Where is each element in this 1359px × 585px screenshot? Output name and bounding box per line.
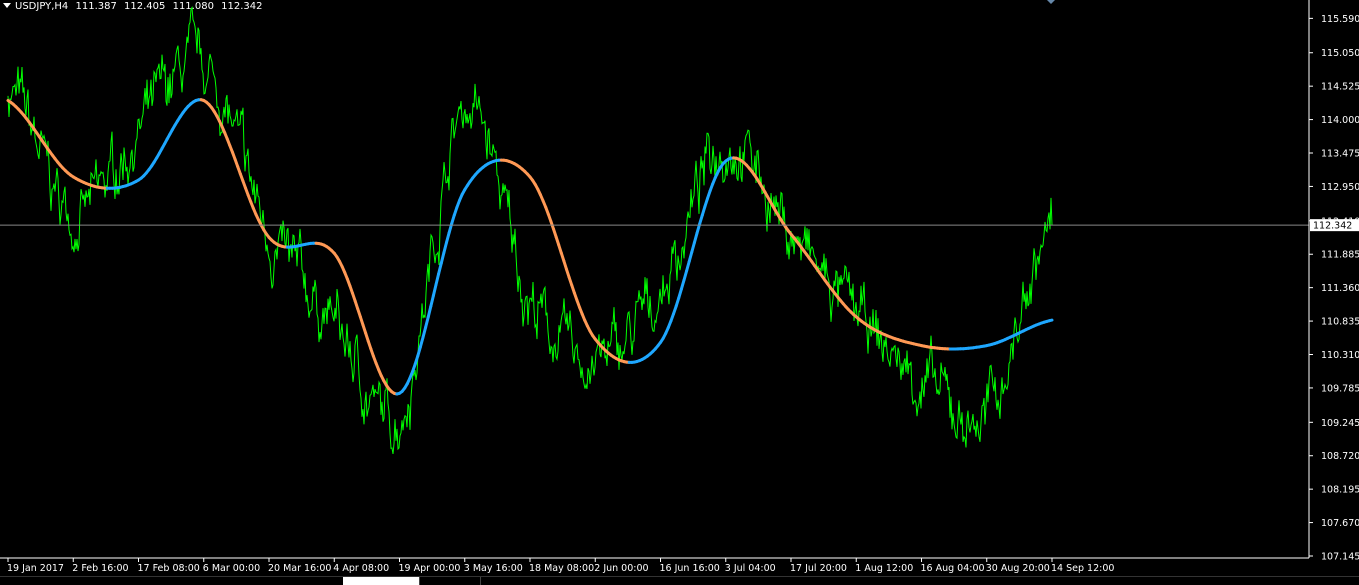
moving-average-segment	[426, 317, 429, 327]
y-tick-label: 110.310	[1321, 350, 1359, 361]
price-chart[interactable]: 115.590 115.050 114.525 114.000 113.475 112.9…	[0, 0, 1359, 584]
y-tick-label: 115.590	[1321, 14, 1359, 25]
moving-average-segment	[441, 253, 444, 264]
moving-average-segment	[444, 243, 447, 253]
x-tick-label: 3 Jul 04:00	[725, 563, 776, 574]
x-tick-label: 17 Feb 08:00	[138, 563, 200, 574]
price-axis: 115.590 115.050 114.525 114.000 113.475 112.9…	[1309, 0, 1359, 563]
x-tick-label: 19 Apr 00:00	[399, 563, 461, 574]
x-tick-label: 30 Aug 20:00	[986, 563, 1050, 574]
x-tick-label: 18 May 08:00	[529, 563, 594, 574]
moving-average-segment	[428, 306, 431, 317]
plot-area	[0, 0, 1309, 454]
y-tick-label: 109.785	[1321, 383, 1359, 394]
y-tick-label: 110.835	[1321, 317, 1359, 328]
x-tick-label: 2 Jun 00:00	[594, 563, 648, 574]
current-price-label: 112.342	[1313, 221, 1352, 232]
y-tick-label: 115.050	[1321, 48, 1359, 59]
x-tick-label: 20 Mar 16:00	[268, 563, 331, 574]
moving-average-segment	[447, 233, 450, 243]
y-tick-label: 114.525	[1321, 82, 1359, 93]
moving-average-segment	[436, 274, 439, 285]
x-tick-label: 3 May 16:00	[464, 563, 523, 574]
moving-average-segment	[1049, 320, 1052, 321]
period-separator-icon	[1047, 0, 1055, 4]
y-tick-label: 109.245	[1321, 418, 1359, 429]
y-tick-label: 108.195	[1321, 485, 1359, 496]
price-series-line	[8, 8, 1052, 454]
x-tick-label: 4 Apr 08:00	[333, 563, 389, 574]
y-tick-label: 113.475	[1321, 149, 1359, 160]
y-tick-label: 107.145	[1321, 552, 1359, 563]
x-tick-label: 19 Jan 2017	[7, 563, 64, 574]
y-tick-label: 111.360	[1321, 283, 1359, 294]
moving-average-segment	[433, 285, 436, 296]
x-tick-label: 2 Feb 16:00	[72, 563, 128, 574]
y-tick-label: 114.000	[1321, 115, 1359, 126]
y-tick-label: 108.720	[1321, 451, 1359, 462]
x-tick-label: 6 Mar 00:00	[203, 563, 260, 574]
x-tick-label: 16 Aug 04:00	[921, 563, 985, 574]
moving-average-segment	[431, 296, 434, 307]
time-axis: 19 Jan 2017 2 Feb 16:00 17 Feb 08:006 Mar …	[0, 558, 1309, 574]
x-tick-label: 14 Sep 12:00	[1051, 563, 1114, 574]
x-tick-label: 17 Jul 20:00	[790, 563, 847, 574]
x-tick-label: 1 Aug 12:00	[855, 563, 913, 574]
x-tick-label: 16 Jun 16:00	[660, 563, 720, 574]
y-tick-label: 107.670	[1321, 518, 1359, 529]
moving-average-segment	[423, 327, 426, 337]
y-tick-label: 111.885	[1321, 250, 1359, 261]
y-tick-label: 112.950	[1321, 182, 1359, 193]
